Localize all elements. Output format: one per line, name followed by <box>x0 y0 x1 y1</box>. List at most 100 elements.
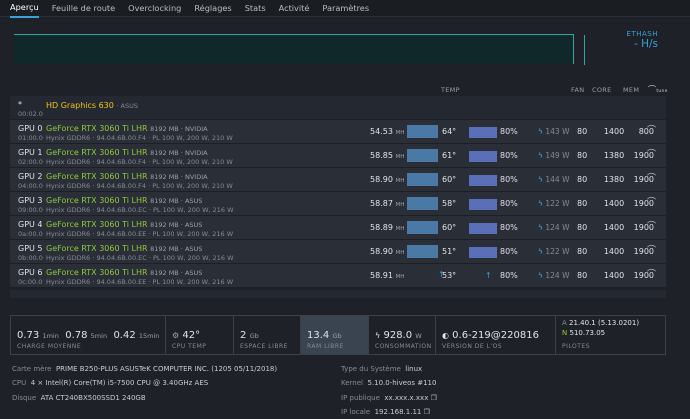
tab-parametres[interactable]: Paramètres <box>322 0 369 17</box>
gpu-row[interactable]: GPU 0 01:00.0 GeForce RTX 3060 Ti LHR 8192… <box>10 120 666 144</box>
gpu-hashrate: 58.85 MH <box>370 151 405 160</box>
gpu-bus: 0a:00.0 <box>18 230 43 238</box>
gpu-row[interactable]: GPU 2 04:00.0 GeForce RTX 3060 Ti LHR 8192… <box>10 168 666 192</box>
gpu-fan: 80% <box>500 271 518 280</box>
info-local-ip: IP locale 192.168.1.11 ❐ <box>341 408 430 416</box>
os-version-value: ◐ 0.6-219@220816 <box>442 330 539 341</box>
ram-label: RAM LIBRE <box>307 343 344 350</box>
tune-gauge-icon[interactable]: ⌒ <box>647 150 656 161</box>
gpu-hashrate: 58.90 MH <box>370 175 405 184</box>
gpu-fan-bar <box>469 223 497 234</box>
gpu-fan-speed: 80 <box>577 151 588 160</box>
gpu-row[interactable]: GPU 5 0b:00.0 GeForce RTX 3060 Ti LHR 8192… <box>10 240 666 264</box>
info-motherboard: Carte mère PRIME B250-PLUS ASUSTeK COMPU… <box>12 365 278 373</box>
stats-bar: 0.73 1min 0.78 5min 0.42 15min CHARGE MO… <box>10 315 666 355</box>
gpu-power: ϟ 144 W <box>538 175 570 184</box>
col-temp: TEMP <box>441 86 460 94</box>
gpu-model: GeForce RTX 3060 Ti LHR <box>46 196 148 205</box>
tune-gauge-icon[interactable]: ⌒ <box>647 198 656 209</box>
gpu-model: GeForce RTX 3060 Ti LHR <box>46 124 148 133</box>
stat-ram: 13.4 Gb RAM LIBRE <box>300 315 368 355</box>
igpu-name-text: HD Graphics 630 <box>46 101 114 110</box>
bolt-icon: ϟ <box>538 151 543 160</box>
bolt-icon: ϟ <box>538 199 543 208</box>
gpu-fan-bar <box>469 175 497 186</box>
drivers-label: PILOTES <box>562 343 591 350</box>
gpu-temp: 51° <box>442 247 457 256</box>
tune-gauge-icon[interactable]: ⌒ <box>647 174 656 185</box>
gpu-temp: 60° <box>442 175 457 184</box>
col-tune-label: tune <box>656 89 668 94</box>
stat-drivers: A 21.40.1 (5.13.0201) N 510.73.05 PILOTE… <box>555 315 666 355</box>
copy-icon[interactable]: ❐ <box>424 408 430 416</box>
col-mem: MEM <box>623 86 640 94</box>
gpu-bus: 04:00.0 <box>18 182 43 190</box>
tab-activite[interactable]: Activité <box>279 0 310 17</box>
tab-feuille-de-route[interactable]: Feuille de route <box>52 0 115 17</box>
gpu-fan-speed: 80 <box>577 223 588 232</box>
os-icon: ◐ <box>442 331 449 340</box>
gpu-fan-speed: 80 <box>577 271 588 280</box>
cpu-temp-value: ⚙ 42° <box>172 330 201 341</box>
gpu-fan: 80% <box>500 247 518 256</box>
tab-apercu[interactable]: Aperçu <box>10 0 39 18</box>
gpu-fan-speed: 80 <box>577 247 588 256</box>
os-version-label: VERSION DE L'OS <box>442 343 503 350</box>
gpu-hash-sparkline <box>407 245 438 258</box>
col-tune-icon[interactable]: ⌒tune <box>648 84 668 95</box>
algo-rate: - H/s <box>633 38 658 50</box>
tune-gauge-icon[interactable]: ⌒ <box>647 222 656 233</box>
gpu-hashrate: 58.87 MH <box>370 199 405 208</box>
gpu-temp: 61° <box>442 151 457 160</box>
gpu-info: Hynix GDDR6 · 94.04.6B.00.EE · PL 100 W,… <box>46 230 234 238</box>
cpu-chip-icon: ⚙ <box>172 331 180 340</box>
gpu-info: Hynix GDDR6 · 94.04.6B.00.F4 · PL 100 W,… <box>46 158 233 166</box>
gpu-bus: 02:00.0 <box>18 158 43 166</box>
consumption-label: CONSOMMATION <box>375 343 432 350</box>
gpu-bus: 0c:00.0 <box>18 278 43 286</box>
hashrate-graph <box>14 34 585 65</box>
gpu-fan-speed: 80 <box>577 175 588 184</box>
stat-consumption: ϟ 928.0 W CONSOMMATION <box>368 315 435 355</box>
gpu-bus: 09:00.0 <box>18 206 43 214</box>
consumption-value: ϟ 928.0 W <box>375 330 422 341</box>
stat-disk: 2 Gb ESPACE LIBRE <box>233 315 300 355</box>
gpu-rows: GPU 0 01:00.0 GeForce RTX 3060 Ti LHR 8192… <box>10 120 666 288</box>
algo-name: ETHASH <box>626 30 658 38</box>
gpu-memory: 8192 MB · ASUS <box>150 197 203 205</box>
disk-value: 2 Gb <box>240 330 259 341</box>
igpu-vendor: · ASUS <box>116 102 138 110</box>
gpu-power: ϟ 149 W <box>538 151 570 160</box>
fan-arrow-icon: ↑ <box>485 271 492 280</box>
load-values: 0.73 1min 0.78 5min 0.42 15min <box>17 330 160 341</box>
gpu-info: Hynix GDDR6 · 94.04.6B.00.F4 · PL 100 W,… <box>46 182 233 190</box>
igpu-bus: 00:02.0 <box>18 110 43 118</box>
tab-reglages[interactable]: Réglages <box>194 0 231 17</box>
gpu-model: GeForce RTX 3060 Ti LHR <box>46 244 148 253</box>
stat-os-version[interactable]: ◐ 0.6-219@220816 VERSION DE L'OS <box>435 315 555 355</box>
gpu-row[interactable]: GPU 1 02:00.0 GeForce RTX 3060 Ti LHR 8192… <box>10 144 666 168</box>
gpu-fan-bar <box>469 127 497 138</box>
info-disk: Disque ATA CT240BX500SSD1 240GB <box>12 394 146 402</box>
gpu-memory: 8192 MB · NVIDIA <box>150 125 208 133</box>
tune-gauge-icon[interactable]: ⌒ <box>647 126 656 137</box>
gpu-info: Hynix GDDR6 · 94.04.6B.00.EC · PL 100 W,… <box>46 206 234 214</box>
gpu-hashrate: 58.91 MH <box>370 271 405 280</box>
copy-icon[interactable]: ❐ <box>431 394 437 402</box>
gpu-hash-sparkline <box>407 197 438 210</box>
igpu-row[interactable]: * 00:02.0 HD Graphics 630 · ASUS <box>10 96 666 120</box>
tab-stats[interactable]: Stats <box>245 0 266 17</box>
gpu-row[interactable]: GPU 4 0a:00.0 GeForce RTX 3060 Ti LHR 8192… <box>10 216 666 240</box>
gpu-power: ϟ 122 W <box>538 247 570 256</box>
gpu-row[interactable]: GPU 3 09:00.0 GeForce RTX 3060 Ti LHR 8192… <box>10 192 666 216</box>
gpu-temp: 53° <box>442 271 457 280</box>
tab-overclocking[interactable]: Overclocking <box>128 0 181 17</box>
gpu-bus: 0b:00.0 <box>18 254 43 262</box>
tune-gauge-icon[interactable]: ⌒ <box>647 246 656 257</box>
gpu-temp: 60° <box>442 223 457 232</box>
gpu-memory: 8192 MB · ASUS <box>150 269 203 277</box>
tune-gauge-icon[interactable]: ⌒ <box>647 270 656 281</box>
gpu-row[interactable]: GPU 6 0c:00.0 GeForce RTX 3060 Ti LHR 8192… <box>10 264 666 288</box>
gpu-hash-sparkline <box>407 221 438 234</box>
cpu-temp-label: CPU TEMP <box>172 343 207 350</box>
